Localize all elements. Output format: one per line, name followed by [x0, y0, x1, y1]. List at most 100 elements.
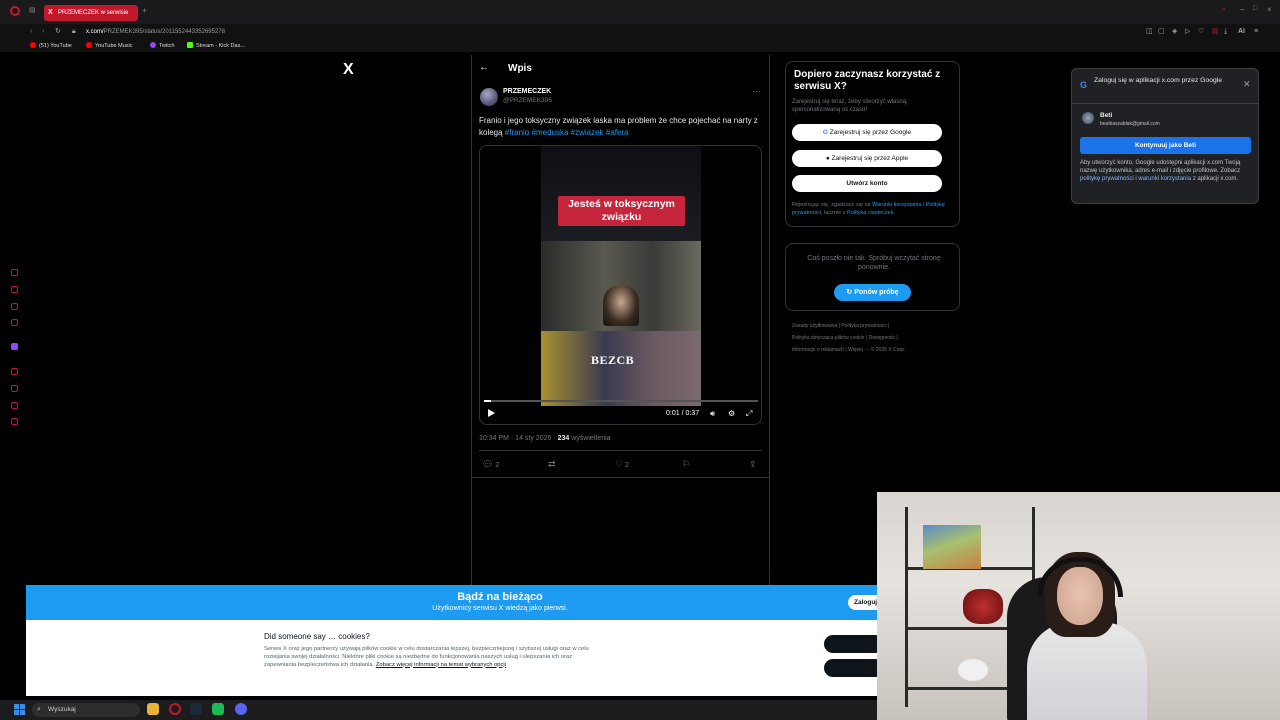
reply-icon: 💬︎ [482, 459, 494, 469]
aria-icon[interactable]: AI [1238, 24, 1245, 40]
bookmark-twitch[interactable]: Twitch [150, 41, 175, 51]
account-name: Beti [1100, 112, 1113, 119]
search-tabs-icon[interactable]: ⌕ [1222, 6, 1226, 14]
privacy-policy-link[interactable]: politykę prywatności i warunki korzystan… [1080, 176, 1191, 182]
sidebar-downloads-icon[interactable] [11, 402, 18, 409]
hashtag-link[interactable]: #franio [505, 128, 529, 137]
sidebar-whatsapp-icon[interactable] [11, 303, 18, 310]
tab-active[interactable]: X PRZEMECZEK w serwisie [44, 5, 138, 21]
video-progress-bar[interactable] [484, 400, 758, 402]
bookmark-youtube-music[interactable]: YouTube Music [86, 41, 133, 51]
new-tab-icon[interactable]: + [142, 6, 147, 15]
author-name[interactable]: PRZEMECZEK [503, 88, 551, 95]
footer-line[interactable]: Polityka dotycząca plików cookie | Dostę… [792, 332, 952, 344]
file-explorer-icon[interactable] [147, 703, 159, 715]
refuse-cookies-button[interactable] [824, 659, 884, 677]
fullscreen-icon[interactable]: ⤢ [746, 409, 752, 419]
close-window-icon[interactable]: × [1267, 5, 1272, 14]
lock-icon: 🔒︎ [72, 28, 76, 35]
sidebar-history-icon[interactable] [11, 368, 18, 375]
sidebar-settings-icon[interactable] [11, 418, 18, 425]
hashtag-link[interactable]: #afera [606, 128, 629, 137]
cookies-link[interactable]: Polityką ciasteczek [847, 210, 893, 216]
cookie-more-link[interactable]: Zobacz więcej informacji na temat wybran… [376, 662, 506, 668]
minimize-icon[interactable]: – [1240, 5, 1244, 14]
x-logo[interactable]: X [343, 61, 354, 79]
video-watermark: BEZCB [591, 353, 635, 367]
hashtag-link[interactable]: #zwiazek [571, 128, 604, 137]
kick-icon [187, 42, 193, 48]
sidebar-aria-icon[interactable] [11, 269, 18, 276]
divider [479, 450, 762, 451]
footer-links: Zasady użytkowania | Polityka prywatnośc… [792, 320, 952, 356]
discord-icon[interactable] [235, 703, 247, 715]
banner-subtitle: Użytkownicy serwisu X wiedzą jako pierws… [432, 605, 568, 612]
play-icon[interactable] [488, 409, 495, 417]
tweet-date[interactable]: 10:34 PM · 14 sty 2026 · [479, 435, 558, 442]
like-button[interactable]: ♡ 2 [615, 459, 629, 470]
sidebar-bookmarks-icon[interactable] [11, 385, 18, 392]
reload-icon[interactable]: ↻ [55, 24, 61, 40]
more-options-icon[interactable]: ··· [752, 86, 761, 96]
create-account-button[interactable]: Utwórz konto [792, 175, 942, 192]
sidebar-instagram-icon[interactable] [11, 319, 18, 326]
opera-logo-icon[interactable] [10, 6, 20, 16]
signup-subtitle: Zarejestruj się teraz, żeby stworzyć wła… [792, 99, 908, 113]
player-icon[interactable]: ▷ [1185, 24, 1190, 40]
app-icon[interactable] [212, 703, 224, 715]
wallet-icon[interactable]: ▥ [1212, 24, 1219, 40]
retry-button[interactable]: ↻ Ponów próbę [834, 284, 911, 301]
accept-cookies-button[interactable] [824, 635, 884, 653]
apple-signup-button[interactable]: ● Zarejestruj się przez Apple [792, 150, 942, 167]
author-avatar[interactable] [480, 88, 498, 106]
twitch-icon [150, 42, 156, 48]
close-icon[interactable]: ✕ [1243, 79, 1251, 90]
windows-start-icon[interactable] [14, 704, 25, 715]
arrow-left-icon[interactable]: ← [479, 62, 489, 73]
volume-icon[interactable]: 🔊︎ [710, 409, 715, 419]
steam-icon[interactable] [190, 703, 202, 715]
refresh-icon: ↻ [846, 289, 853, 296]
footer-line[interactable]: Informacje o reklamach | Więcej ··· © 20… [792, 344, 952, 356]
back-icon[interactable]: ‹ [30, 24, 32, 40]
download-icon[interactable]: ⤓ [1224, 24, 1227, 40]
reply-button[interactable]: 💬︎ 2 [482, 459, 499, 470]
bookmark-button[interactable]: ⚐ [682, 459, 690, 470]
url-field[interactable]: x.com/PRZEMEK395/status/2011552443352695… [86, 24, 225, 40]
tab-title: PRZEMECZEK w serwisie [58, 10, 129, 16]
video-player[interactable]: Jesteś w toksycznym związku BEZCB 0:01 /… [479, 145, 762, 425]
heart-icon[interactable]: ♡ [1198, 24, 1204, 40]
footer-line[interactable]: Zasady użytkowania | Polityka prywatnośc… [792, 320, 952, 332]
bookmark-kick[interactable]: Stream - Kick Das... [187, 41, 245, 51]
forward-icon[interactable]: › [42, 24, 44, 40]
video-time: 0:01 / 0:37 [666, 410, 700, 417]
retweet-button[interactable]: ⇄ [548, 459, 556, 470]
terms-link[interactable]: Warunki korzystania [872, 202, 921, 208]
author-handle[interactable]: @PRZEMEK395 [503, 97, 552, 104]
signup-legal: Rejestrując się, zgadzasz się na Warunki… [792, 202, 945, 216]
views-label: wyświetlenia [569, 435, 611, 442]
sidebar-messenger-icon[interactable] [11, 286, 18, 293]
menu-icon[interactable]: ≡ [1254, 24, 1258, 40]
share-button[interactable]: ⇪ [749, 459, 757, 470]
google-icon: G [1080, 80, 1088, 90]
settings-icon[interactable]: ⚙ [728, 409, 735, 418]
google-icon: G [822, 129, 828, 136]
google-signup-button[interactable]: G Zarejestruj się przez Google [792, 124, 942, 141]
taskbar-search[interactable]: ⌕ Wyszukaj [32, 703, 140, 717]
tab-list-icon[interactable]: ▤ [29, 6, 36, 14]
opera-taskbar-icon[interactable] [169, 703, 181, 715]
maximize-icon[interactable]: □ [1253, 5, 1257, 12]
adblock-icon[interactable]: ▢ [1158, 24, 1165, 40]
webcam-decor [963, 589, 1003, 624]
vpn-icon[interactable]: ◈ [1172, 24, 1177, 40]
sidebar-twitch-icon[interactable] [11, 343, 18, 350]
banner-title: Bądź na bieżąco [457, 591, 543, 603]
search-icon: ⌕ [37, 706, 41, 713]
snapshot-icon[interactable]: ◫ [1146, 24, 1153, 40]
hashtag-link[interactable]: #meduska [532, 128, 569, 137]
webcam-painting [923, 525, 981, 569]
divider [1072, 103, 1258, 104]
continue-as-button[interactable]: Kontynuuj jako Beti [1080, 137, 1251, 154]
bookmark-youtube[interactable]: (51) YouTube [30, 41, 72, 51]
